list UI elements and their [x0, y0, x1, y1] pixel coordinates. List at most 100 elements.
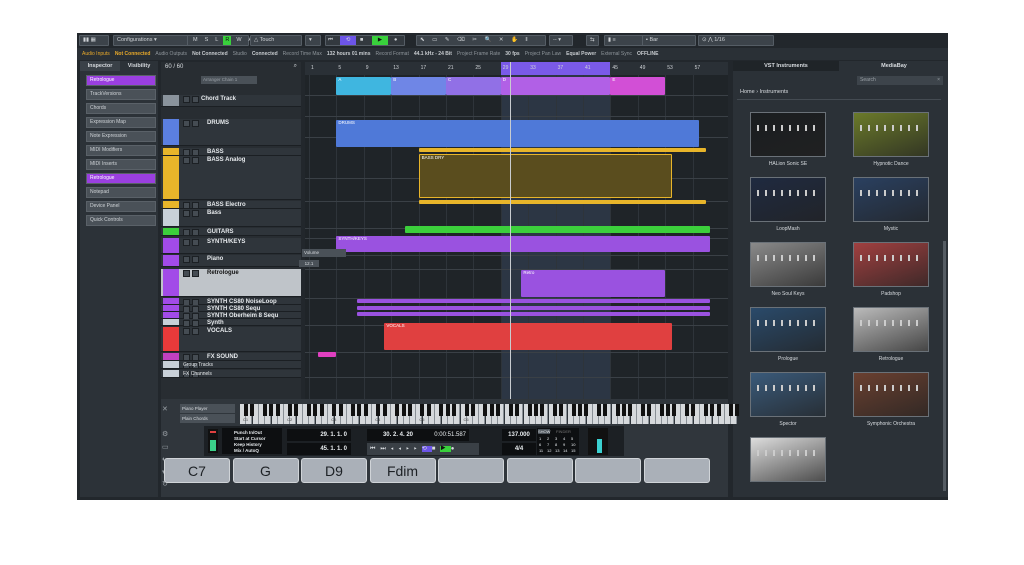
arranger-section-b[interactable]: B — [391, 77, 446, 95]
piano-value[interactable]: 12.1 — [299, 260, 319, 267]
inspector-item-trackversions[interactable]: TrackVersions — [86, 89, 156, 100]
left-locator[interactable]: 29. 1. 1. 0 — [287, 429, 351, 441]
piano-black-key[interactable] — [691, 404, 696, 416]
mute-button[interactable] — [183, 270, 190, 277]
play-button[interactable]: ▶ — [372, 36, 388, 45]
instrument-thumbnail[interactable] — [853, 307, 929, 352]
piano-black-key[interactable] — [464, 404, 469, 416]
piano-black-key[interactable] — [288, 404, 293, 416]
chord-pad[interactable] — [575, 458, 641, 483]
piano-black-key[interactable] — [577, 404, 582, 416]
clip-vocals[interactable]: VOCALS — [384, 323, 673, 350]
piano-black-key[interactable] — [426, 404, 431, 416]
instrument-name[interactable]: Neo Soul Keys — [733, 291, 843, 297]
cycle-range[interactable] — [500, 62, 611, 75]
piano-black-key[interactable] — [710, 404, 715, 416]
mode-s-button[interactable]: S — [203, 36, 211, 45]
track-chord-track[interactable]: Chord Track — [161, 95, 301, 107]
track-bass[interactable]: BASS — [161, 148, 301, 156]
piano-black-key[interactable] — [275, 404, 280, 416]
mute-button[interactable] — [183, 320, 190, 327]
solo-button[interactable] — [192, 354, 199, 361]
instrument-thumbnail[interactable] — [750, 437, 826, 482]
mute-button[interactable] — [183, 202, 190, 209]
instrument-name[interactable]: HALion Sonic SE — [733, 161, 843, 167]
mute-button[interactable] — [183, 96, 190, 103]
clip-s2[interactable] — [356, 306, 710, 310]
marker-button[interactable]: 1 — [539, 436, 541, 441]
track-piano[interactable]: Piano — [161, 255, 301, 267]
piano-black-key[interactable] — [483, 404, 488, 416]
player-dropdown[interactable]: Piano Player — [180, 404, 235, 413]
automation-mode-dropdown[interactable]: △ Touch — [250, 35, 302, 46]
clip-drums[interactable]: DRUMS — [336, 120, 700, 147]
piano-black-key[interactable] — [351, 404, 356, 416]
solo-button[interactable] — [192, 96, 199, 103]
snap-dropdown[interactable]: -- ▾ — [549, 35, 573, 46]
piano-black-key[interactable] — [244, 404, 248, 416]
piano-black-key[interactable] — [540, 404, 545, 416]
instrument-name[interactable]: Padshop — [836, 291, 946, 297]
search-icon[interactable]: ⌕ — [294, 63, 297, 70]
clear-icon[interactable]: × — [937, 76, 940, 85]
piano-black-key[interactable] — [571, 404, 576, 416]
track-group-tracks[interactable]: Group Tracks — [161, 361, 301, 369]
arrange-window[interactable]: 1 5 9 13 17 21 25 29 33 37 41 45 49 53 57 A B C D E DRUMS BAS… — [305, 62, 728, 399]
chords-preset-dropdown[interactable]: Plain Chords — [180, 414, 235, 423]
marker-button[interactable]: 10 — [571, 442, 575, 447]
solo-button[interactable] — [192, 270, 199, 277]
track-synth[interactable]: Synth — [161, 319, 301, 327]
piano-black-key[interactable] — [250, 404, 255, 416]
playhead[interactable] — [509, 62, 511, 399]
instrument-thumbnail[interactable] — [750, 112, 826, 157]
track-guitars[interactable]: GUITARS — [161, 228, 301, 236]
piano-black-key[interactable] — [269, 404, 274, 416]
mute-button[interactable] — [183, 229, 190, 236]
clip-bass-dry[interactable]: BASS DRY — [418, 154, 673, 198]
transport-buttons[interactable]: ⏮⏭◂◂▸▸⟲■▶● — [367, 443, 479, 455]
instrument-thumbnail[interactable] — [853, 112, 929, 157]
mode-l-button[interactable]: L — [213, 36, 220, 45]
marker-button[interactable]: 8 — [555, 442, 557, 447]
piano-black-key[interactable] — [262, 404, 267, 416]
marker-button[interactable]: 5 — [571, 436, 573, 441]
tab-mediabay[interactable]: MediaBay — [840, 61, 948, 71]
marker-button[interactable]: 4 — [563, 436, 565, 441]
clip-s1[interactable] — [356, 299, 710, 303]
piano-black-key[interactable] — [357, 404, 362, 416]
solo-button[interactable] — [192, 256, 199, 263]
track-synth-cs80-sequ[interactable]: SYNTH CS80 Sequ — [161, 305, 301, 313]
marker-button[interactable]: 3 — [555, 436, 557, 441]
clip-bass-bot[interactable] — [418, 200, 707, 204]
chord-pad[interactable]: C7 — [164, 458, 230, 483]
solo-button[interactable] — [192, 239, 199, 246]
clip-bass-top[interactable] — [418, 148, 707, 152]
mute-button[interactable] — [183, 256, 190, 263]
instrument-thumbnail[interactable] — [750, 372, 826, 417]
mute-button[interactable] — [183, 120, 190, 127]
instrument-thumbnail[interactable] — [750, 177, 826, 222]
piano-black-key[interactable] — [376, 404, 381, 416]
piano-black-key[interactable] — [527, 404, 532, 416]
marker-button[interactable]: 11 — [539, 448, 543, 453]
stop-button[interactable]: ■ — [360, 36, 363, 45]
go-start-icon[interactable]: ⏮ — [328, 36, 333, 45]
mute-button[interactable] — [183, 210, 190, 217]
track-vocals[interactable]: VOCALS — [161, 327, 301, 352]
inspector-item-expression-map[interactable]: Expression Map — [86, 117, 156, 128]
solo-button[interactable] — [192, 120, 199, 127]
inspector-item-note-expression[interactable]: Note Expression — [86, 131, 156, 142]
volume-field[interactable]: Volume — [302, 249, 346, 257]
piano-black-key[interactable] — [640, 404, 645, 416]
solo-button[interactable] — [192, 210, 199, 217]
inspector-item-retrologue[interactable]: Retrologue — [86, 173, 156, 184]
cycle-button[interactable]: ⟲ — [340, 36, 356, 45]
constrain-button[interactable]: ▾ — [305, 35, 321, 46]
inspector-item-retrologue[interactable]: Retrologue — [86, 75, 156, 86]
transport-option-3[interactable]: Mix / AutoQ — [234, 448, 282, 454]
piano-black-key[interactable] — [439, 404, 444, 416]
piano-black-key[interactable] — [401, 404, 406, 416]
instrument-name[interactable]: Retrologue — [836, 356, 946, 362]
instrument-name[interactable]: Spector — [733, 421, 843, 427]
inspector-item-midi-modifiers[interactable]: MIDI Modifiers — [86, 145, 156, 156]
